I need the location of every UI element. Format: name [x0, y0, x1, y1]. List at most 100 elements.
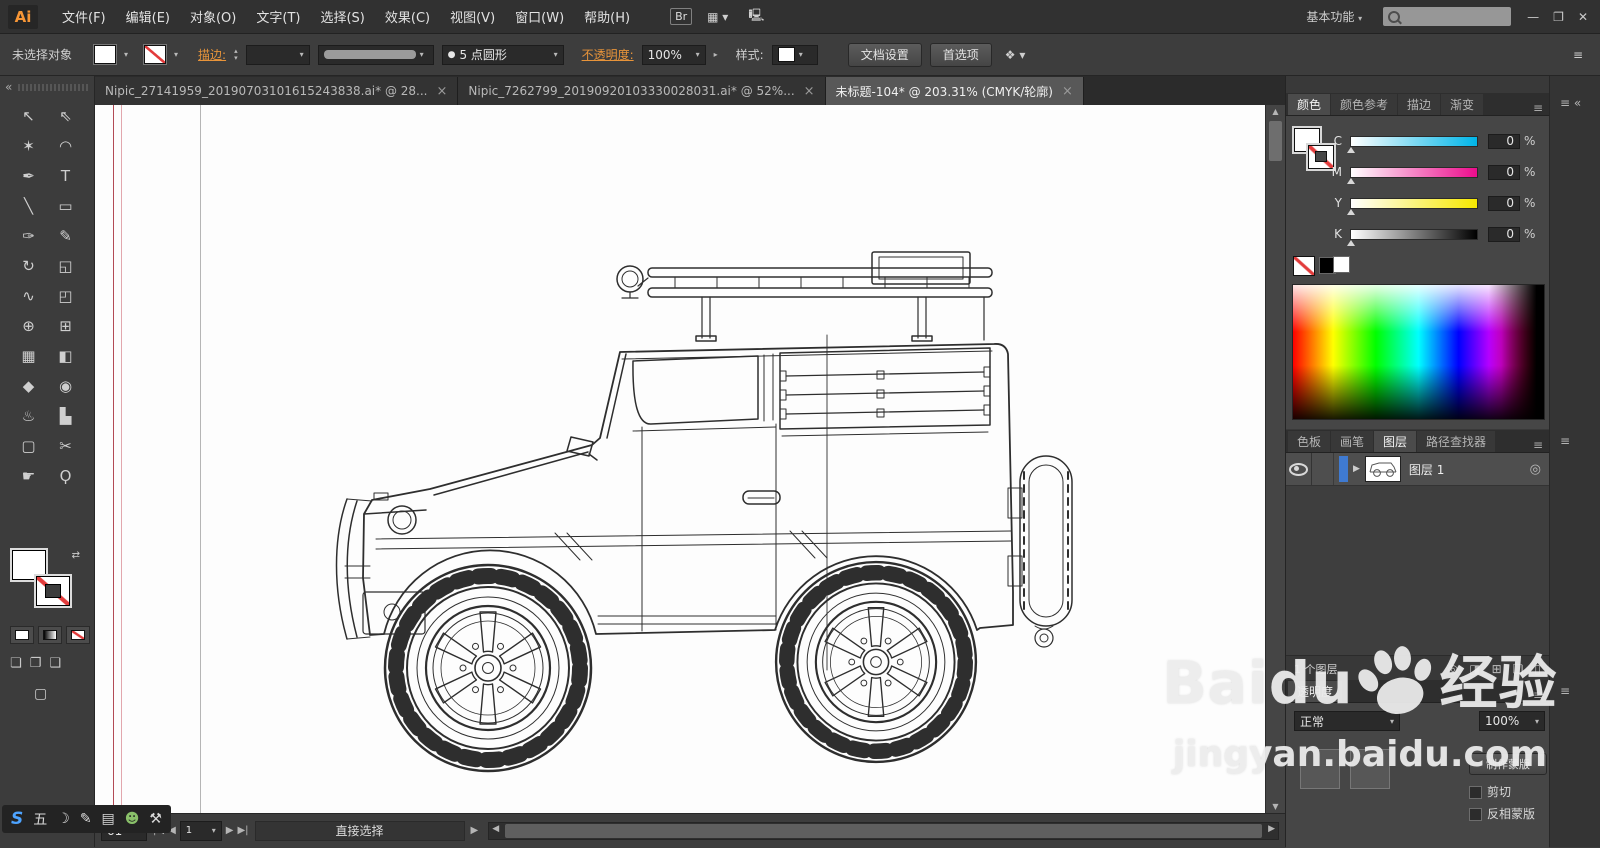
- channel-slider[interactable]: [1347, 135, 1478, 153]
- delete-layer-icon[interactable]: ▯: [1534, 662, 1541, 676]
- lasso-tool[interactable]: ◠: [50, 132, 82, 160]
- direct-selection-tool[interactable]: ⇖: [50, 102, 82, 130]
- channel-value-input[interactable]: 0: [1488, 133, 1520, 149]
- layer-target-icon[interactable]: ◎: [1530, 462, 1541, 477]
- search-input[interactable]: [1383, 7, 1512, 26]
- horizontal-scroll-thumb[interactable]: [505, 823, 1262, 838]
- doc-tab-1[interactable]: Nipic_27141959_20190703101615243838.ai* …: [95, 77, 459, 105]
- menu-effect[interactable]: 效果(C): [385, 7, 430, 26]
- free-transform-tool[interactable]: ◰: [50, 282, 82, 310]
- stroke-width-select[interactable]: ▾: [245, 44, 310, 65]
- none-color-swatch[interactable]: [1293, 256, 1315, 276]
- rectangle-tool[interactable]: ▭: [50, 192, 82, 220]
- panel-menu-icon[interactable]: ≡: [1533, 688, 1549, 702]
- tab-close-icon[interactable]: ×: [804, 84, 815, 99]
- bridge-launch-icon[interactable]: Br: [670, 8, 693, 25]
- menu-help[interactable]: 帮助(H): [584, 7, 630, 26]
- doc-tab-2[interactable]: Nipic_7262799_20190920103330028031.ai* @…: [458, 77, 826, 105]
- width-profile-select[interactable]: ▾: [317, 44, 434, 65]
- artboard-last-button[interactable]: ▶|: [237, 825, 248, 836]
- menu-edit[interactable]: 编辑(E): [126, 7, 170, 26]
- locate-object-icon[interactable]: ◎: [1448, 662, 1458, 676]
- zoom-tool[interactable]: Ϙ: [50, 462, 82, 490]
- panel-tab-pathfinder[interactable]: 路径查找器: [1417, 431, 1496, 452]
- tab-close-icon[interactable]: ×: [436, 84, 447, 99]
- layer-name[interactable]: 图层 1: [1409, 461, 1444, 478]
- column-graph-tool[interactable]: ▙: [50, 402, 82, 430]
- hand-tool[interactable]: ☛: [13, 462, 45, 490]
- channel-value-input[interactable]: 0: [1488, 164, 1520, 180]
- symbol-sprayer-tool[interactable]: ♨: [13, 402, 45, 430]
- line-segment-tool[interactable]: ╲: [13, 192, 45, 220]
- draw-normal-icon[interactable]: ❏: [10, 656, 22, 671]
- doc-tab-3[interactable]: 未标题-104* @ 203.31% (CMYK/轮廓) ×: [825, 77, 1084, 105]
- ime-pen-icon[interactable]: ✎: [80, 811, 92, 827]
- width-tool[interactable]: ∿: [13, 282, 45, 310]
- panel-menu-icon[interactable]: ≡ «: [1560, 96, 1581, 110]
- pen-tool[interactable]: ✒: [13, 162, 45, 190]
- preferences-button[interactable]: 首选项: [929, 42, 992, 67]
- status-expand-icon[interactable]: ▶: [471, 825, 479, 836]
- close-button[interactable]: ✕: [1578, 10, 1588, 24]
- ime-moon-icon[interactable]: ☽: [57, 811, 70, 827]
- more-options-icon[interactable]: ❖ ▾: [1000, 46, 1031, 64]
- slider-thumb-icon[interactable]: [1347, 146, 1355, 153]
- type-tool[interactable]: T: [50, 162, 82, 190]
- shape-builder-tool[interactable]: ⊕: [13, 312, 45, 340]
- transparency-opacity-input[interactable]: 100% ▾: [1479, 711, 1545, 731]
- layer-lock-cell[interactable]: [1312, 453, 1334, 485]
- color-spectrum[interactable]: [1292, 284, 1545, 420]
- arrange-documents-icon[interactable]: ▦ ▾: [702, 8, 733, 26]
- clip-checkbox[interactable]: [1469, 786, 1482, 799]
- collapse-panel-icon[interactable]: «: [5, 80, 12, 94]
- opacity-panel-link[interactable]: 不透明度:: [582, 46, 634, 63]
- scroll-right-icon[interactable]: ▶: [1268, 824, 1275, 834]
- minimize-button[interactable]: —: [1527, 10, 1539, 24]
- paintbrush-tool[interactable]: ✑: [13, 222, 45, 250]
- panel-tab-brushes[interactable]: 画笔: [1331, 431, 1374, 452]
- mesh-tool[interactable]: ▦: [13, 342, 45, 370]
- slice-tool[interactable]: ✂: [50, 432, 82, 460]
- pencil-tool[interactable]: ✎: [50, 222, 82, 250]
- style-select[interactable]: ▾: [771, 44, 818, 65]
- rotate-tool[interactable]: ↻: [13, 252, 45, 280]
- artwork-offroad-vehicle-outline[interactable]: [330, 248, 1075, 783]
- panel-menu-icon[interactable]: ≡: [1560, 434, 1570, 448]
- none-mode-button[interactable]: [66, 626, 90, 644]
- scale-tool[interactable]: ◱: [50, 252, 82, 280]
- artboard-tool[interactable]: ▢: [13, 432, 45, 460]
- gradient-mode-button[interactable]: [38, 626, 62, 644]
- canvas[interactable]: [95, 105, 1265, 813]
- panel-tab-transparency[interactable]: 透明度: [1288, 681, 1343, 702]
- ime-user-icon[interactable]: ☻: [125, 811, 140, 827]
- scroll-left-icon[interactable]: ◀: [492, 824, 499, 834]
- stroke-panel-link[interactable]: 描边:: [198, 46, 226, 63]
- layer-thumbnail[interactable]: [1364, 456, 1401, 482]
- white-swatch[interactable]: [1333, 256, 1350, 273]
- ime-toolbar[interactable]: S 五 ☽ ✎ ▤ ☻ ⚒: [2, 805, 171, 833]
- menu-type[interactable]: 文字(T): [256, 7, 300, 26]
- eyedropper-tool[interactable]: ◆: [13, 372, 45, 400]
- artboard-next-button[interactable]: ▶: [226, 825, 234, 836]
- color-mode-button[interactable]: [10, 626, 34, 644]
- horizontal-scrollbar[interactable]: ◀ ▶: [488, 821, 1279, 840]
- screen-mode-icon[interactable]: ▢: [34, 686, 47, 702]
- tab-close-icon[interactable]: ×: [1062, 84, 1073, 99]
- fill-swatch[interactable]: [94, 45, 117, 64]
- new-layer-icon[interactable]: ❏: [1513, 662, 1524, 676]
- slider-thumb-icon[interactable]: [1347, 208, 1355, 215]
- slider-thumb-icon[interactable]: [1347, 177, 1355, 184]
- make-mask-button[interactable]: 制作蒙版: [1469, 753, 1547, 775]
- gradient-tool[interactable]: ◧: [50, 342, 82, 370]
- vertical-scrollbar[interactable]: ▲ ▼: [1265, 105, 1285, 813]
- perspective-grid-tool[interactable]: ⊞: [50, 312, 82, 340]
- menu-file[interactable]: 文件(F): [62, 7, 106, 26]
- panel-tab-stroke[interactable]: 描边: [1398, 94, 1441, 115]
- menu-window[interactable]: 窗口(W): [515, 7, 564, 26]
- scroll-up-icon[interactable]: ▲: [1266, 107, 1285, 116]
- channel-value-input[interactable]: 0: [1488, 226, 1520, 242]
- invert-mask-checkbox[interactable]: [1469, 808, 1482, 821]
- magic-wand-tool[interactable]: ✶: [13, 132, 45, 160]
- channel-slider[interactable]: [1347, 197, 1478, 215]
- menu-select[interactable]: 选择(S): [320, 7, 364, 26]
